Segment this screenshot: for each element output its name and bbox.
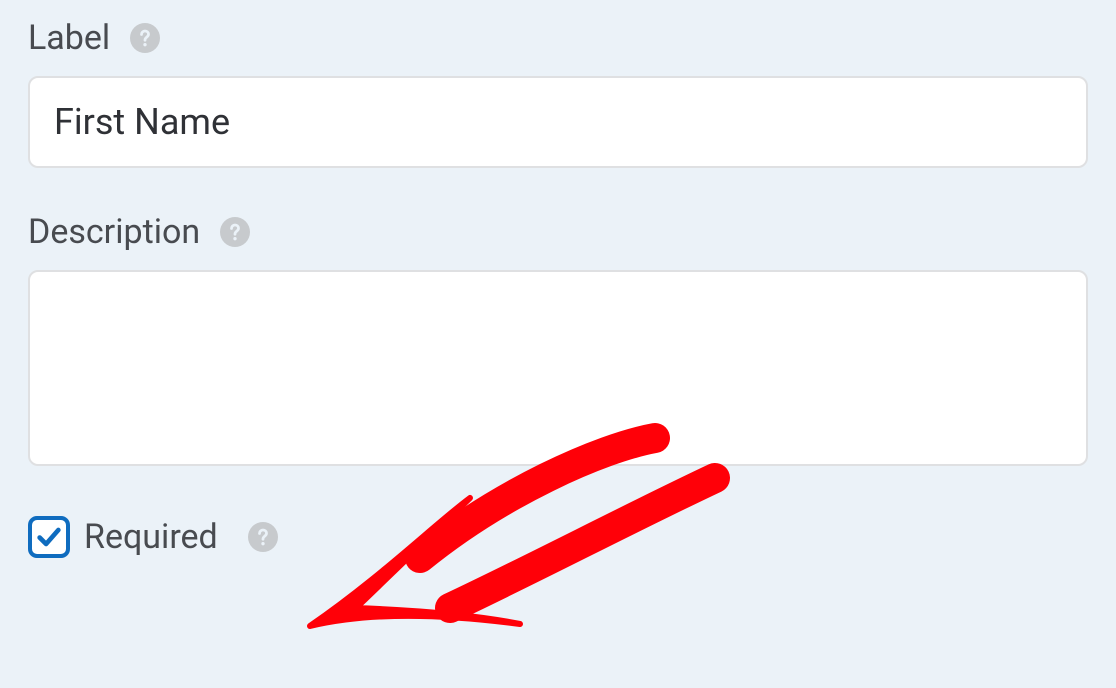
description-field-group: Description — [28, 212, 1088, 470]
required-checkbox[interactable] — [28, 516, 70, 558]
arrow-annotation — [300, 438, 730, 678]
label-field-title: Label — [28, 18, 110, 58]
required-checkbox-row: Required — [28, 516, 1088, 558]
required-checkbox-label: Required — [84, 517, 218, 557]
help-icon[interactable] — [220, 217, 250, 247]
label-field-header: Label — [28, 18, 1088, 58]
label-field-group: Label — [28, 18, 1088, 168]
description-textarea[interactable] — [28, 270, 1088, 466]
label-input[interactable] — [28, 76, 1088, 168]
description-field-title: Description — [28, 212, 200, 252]
help-icon[interactable] — [248, 522, 278, 552]
description-field-header: Description — [28, 212, 1088, 252]
help-icon[interactable] — [130, 23, 160, 53]
